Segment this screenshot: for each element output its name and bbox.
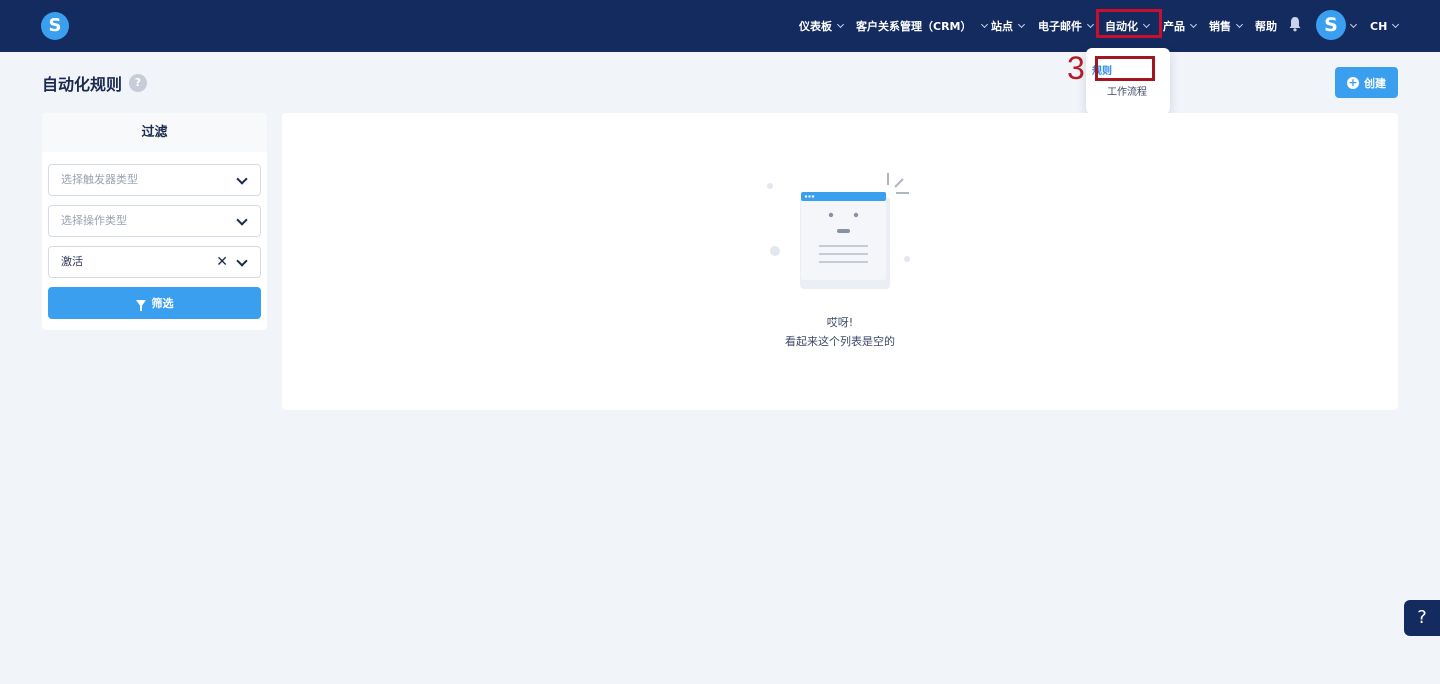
chevron-down-icon [836,20,845,29]
chevron-down-icon [1235,20,1244,29]
app-logo[interactable]: S [41,12,69,40]
nav-email-label: 电子邮件 [1038,20,1082,33]
chevron-down-icon [236,214,248,226]
language-switcher[interactable]: CH [1370,0,1400,52]
highlight-box-automation [1096,9,1162,38]
empty-state-subtitle: 看起来这个列表是空的 [785,335,895,348]
trigger-type-select[interactable]: 选择触发器类型 [48,164,261,196]
chevron-down-icon [1086,20,1095,29]
status-value: 激活 [61,255,83,268]
page-title: 自动化规则 [42,75,123,94]
chevron-down-icon [1017,20,1026,29]
nav-dashboard[interactable]: 仪表板 [799,0,845,52]
chevron-down-icon [1189,20,1198,29]
help-badge-icon[interactable]: ? [129,74,147,92]
language-label: CH [1370,19,1388,33]
empty-state-title: 哎呀! [826,316,854,329]
funnel-icon [135,299,146,311]
nav-products-label: 产品 [1163,20,1185,33]
chevron-down-icon [236,173,248,185]
filter-panel: 过滤 选择触发器类型 选择操作类型 激活 ✕ 筛选 [42,113,267,330]
nav-help-label: 帮助 [1255,20,1277,33]
highlight-box-rules [1095,56,1155,81]
create-button-label: 创建 [1364,76,1386,90]
nav-sales-label: 销售 [1209,20,1231,33]
nav-dashboard-label: 仪表板 [799,20,832,33]
clear-icon[interactable]: ✕ [216,253,228,271]
nav-sites[interactable]: 站点 [991,0,1026,52]
nav-email[interactable]: 电子邮件 [1038,0,1095,52]
chevron-down-icon [980,20,988,29]
action-type-select[interactable]: 选择操作类型 [48,205,261,237]
nav-sales[interactable]: 销售 [1209,0,1244,52]
plus-circle-icon: + [1347,75,1359,89]
nav-sites-label: 站点 [991,20,1013,33]
nav-crm[interactable]: 客户关系管理（CRM） [856,0,988,52]
filter-button[interactable]: 筛选 [48,287,261,319]
filter-header: 过滤 [42,113,267,152]
nav-help[interactable]: 帮助 [1255,0,1277,52]
bell-icon[interactable] [1288,16,1302,32]
chevron-down-icon [1392,20,1400,29]
step-number-annotation: 3 [1067,50,1085,86]
user-avatar[interactable]: S [1316,10,1346,40]
rules-list-card: 哎呀! 看起来这个列表是空的 [282,113,1398,410]
top-navbar: S 仪表板 客户关系管理（CRM） 站点 电子邮件 自动化 产品 销售 帮助 S… [0,0,1440,52]
floating-help-button[interactable]: ? [1404,600,1440,636]
chevron-down-icon[interactable] [1349,20,1358,29]
nav-crm-label: 客户关系管理（CRM） [856,20,972,33]
dropdown-item-workflows[interactable]: 工作流程 [1085,83,1169,98]
empty-list-illustration [767,173,910,289]
action-type-placeholder: 选择操作类型 [61,214,127,227]
filter-button-label: 筛选 [151,297,174,310]
create-button[interactable]: + 创建 [1335,67,1398,98]
status-select[interactable]: 激活 ✕ [48,246,261,278]
trigger-type-placeholder: 选择触发器类型 [61,173,138,186]
nav-products[interactable]: 产品 [1163,0,1198,52]
chevron-down-icon [236,255,248,267]
